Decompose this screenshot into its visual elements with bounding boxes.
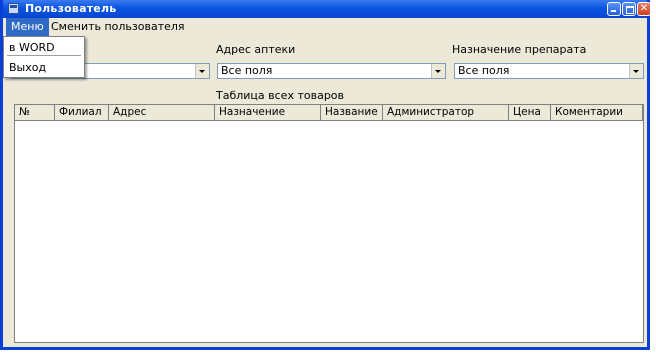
purpose-filter-label: Назначение препарата [452, 43, 587, 56]
chevron-down-icon[interactable] [195, 64, 209, 78]
address-filter-value: Все поля [221, 64, 273, 77]
column-header-address[interactable]: Адрес [109, 105, 215, 120]
address-filter-select[interactable]: Все поля [217, 63, 446, 79]
purpose-filter-select[interactable]: Все поля [454, 63, 644, 79]
column-header-administrator[interactable]: Администратор [383, 105, 509, 120]
menu-dropdown: в WORD Выход [3, 36, 85, 78]
column-header-price[interactable]: Цена [509, 105, 551, 120]
window-title: Пользователь [25, 2, 117, 15]
menu-separator [7, 55, 81, 57]
app-window: Пользователь ✕ Меню Сменить пользователя… [0, 0, 651, 350]
table-header: № Филиал Адрес Назначение Название Админ… [15, 105, 643, 121]
column-header-branch[interactable]: Филиал [55, 105, 109, 120]
column-header-comments[interactable]: Коментарии [551, 105, 643, 120]
column-header-purpose[interactable]: Назначение [215, 105, 321, 120]
products-table[interactable]: № Филиал Адрес Назначение Название Админ… [14, 104, 644, 343]
minimize-button[interactable] [607, 2, 621, 16]
menu-item-menu[interactable]: Меню [6, 18, 49, 36]
window-icon [8, 3, 19, 14]
maximize-button[interactable] [622, 2, 636, 16]
address-filter-label: Адрес аптеки [216, 43, 296, 56]
column-header-name[interactable]: Название [321, 105, 383, 120]
close-button[interactable]: ✕ [637, 2, 651, 16]
menu-bar: Меню Сменить пользователя [3, 18, 647, 36]
menu-item-export-word[interactable]: в WORD [9, 41, 55, 54]
purpose-filter-value: Все поля [458, 64, 510, 77]
menu-item-exit[interactable]: Выход [9, 61, 46, 74]
chevron-down-icon[interactable] [431, 64, 445, 78]
title-bar[interactable]: Пользователь ✕ [3, 0, 651, 18]
chevron-down-icon[interactable] [629, 64, 643, 78]
column-header-number[interactable]: № [15, 105, 55, 120]
table-caption: Таблица всех товаров [216, 89, 345, 102]
menu-item-switch-user[interactable]: Сменить пользователя [46, 18, 190, 36]
